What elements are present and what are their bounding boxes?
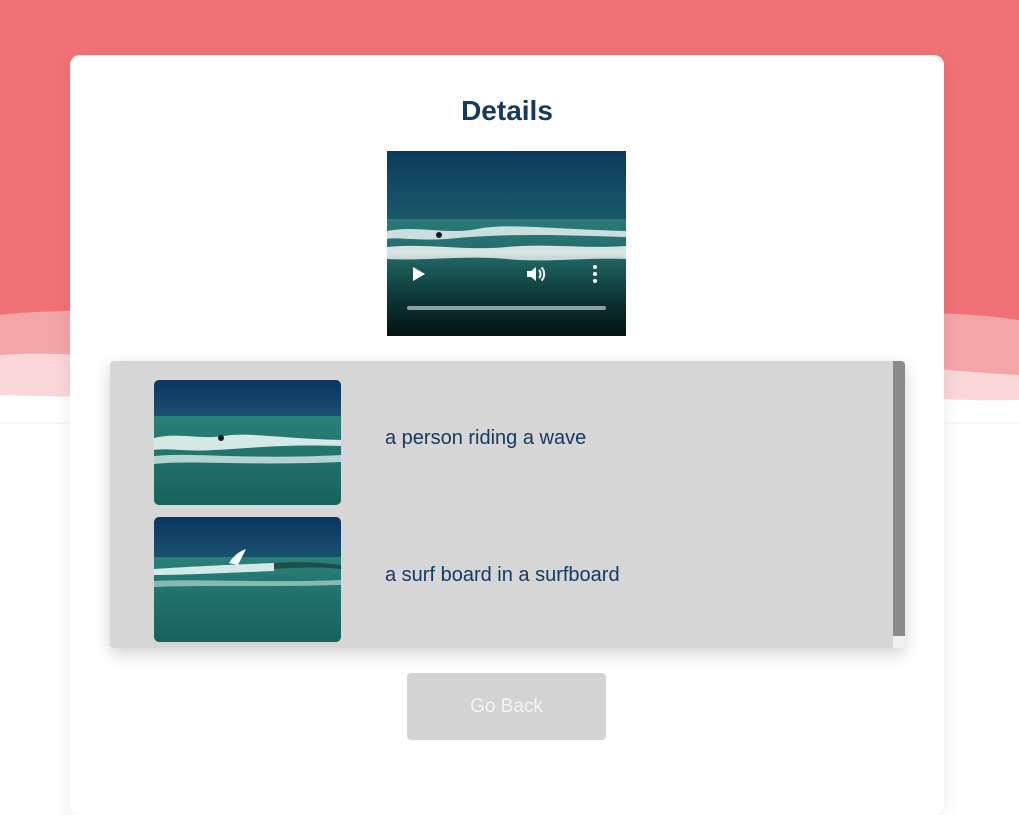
list-item[interactable]: a surf board in a surfboard: [154, 517, 854, 642]
video-progress-bar[interactable]: [407, 306, 606, 310]
list-item[interactable]: a person riding a wave: [154, 380, 854, 505]
frame-caption: a person riding a wave: [385, 427, 587, 449]
page-title: Details: [461, 95, 553, 126]
go-back-button[interactable]: Go Back: [407, 673, 606, 740]
details-card: Details a person riding a wave a surf bo…: [70, 55, 944, 815]
play-button[interactable]: [411, 265, 427, 283]
volume-button[interactable]: [525, 264, 547, 284]
more-options-button[interactable]: [590, 264, 600, 284]
more-vertical-icon: [593, 265, 597, 283]
volume-icon: [527, 266, 546, 282]
frame-caption: a surf board in a surfboard: [385, 564, 620, 586]
frame-captions-list[interactable]: a person riding a wave a surf board in a…: [110, 361, 905, 648]
play-icon: [413, 267, 425, 281]
frame-thumbnail: [154, 380, 341, 505]
scrollbar-thumb[interactable]: [893, 361, 905, 636]
frame-thumbnail: [154, 517, 341, 642]
video-player[interactable]: [387, 151, 626, 336]
scrollbar[interactable]: [893, 361, 905, 648]
